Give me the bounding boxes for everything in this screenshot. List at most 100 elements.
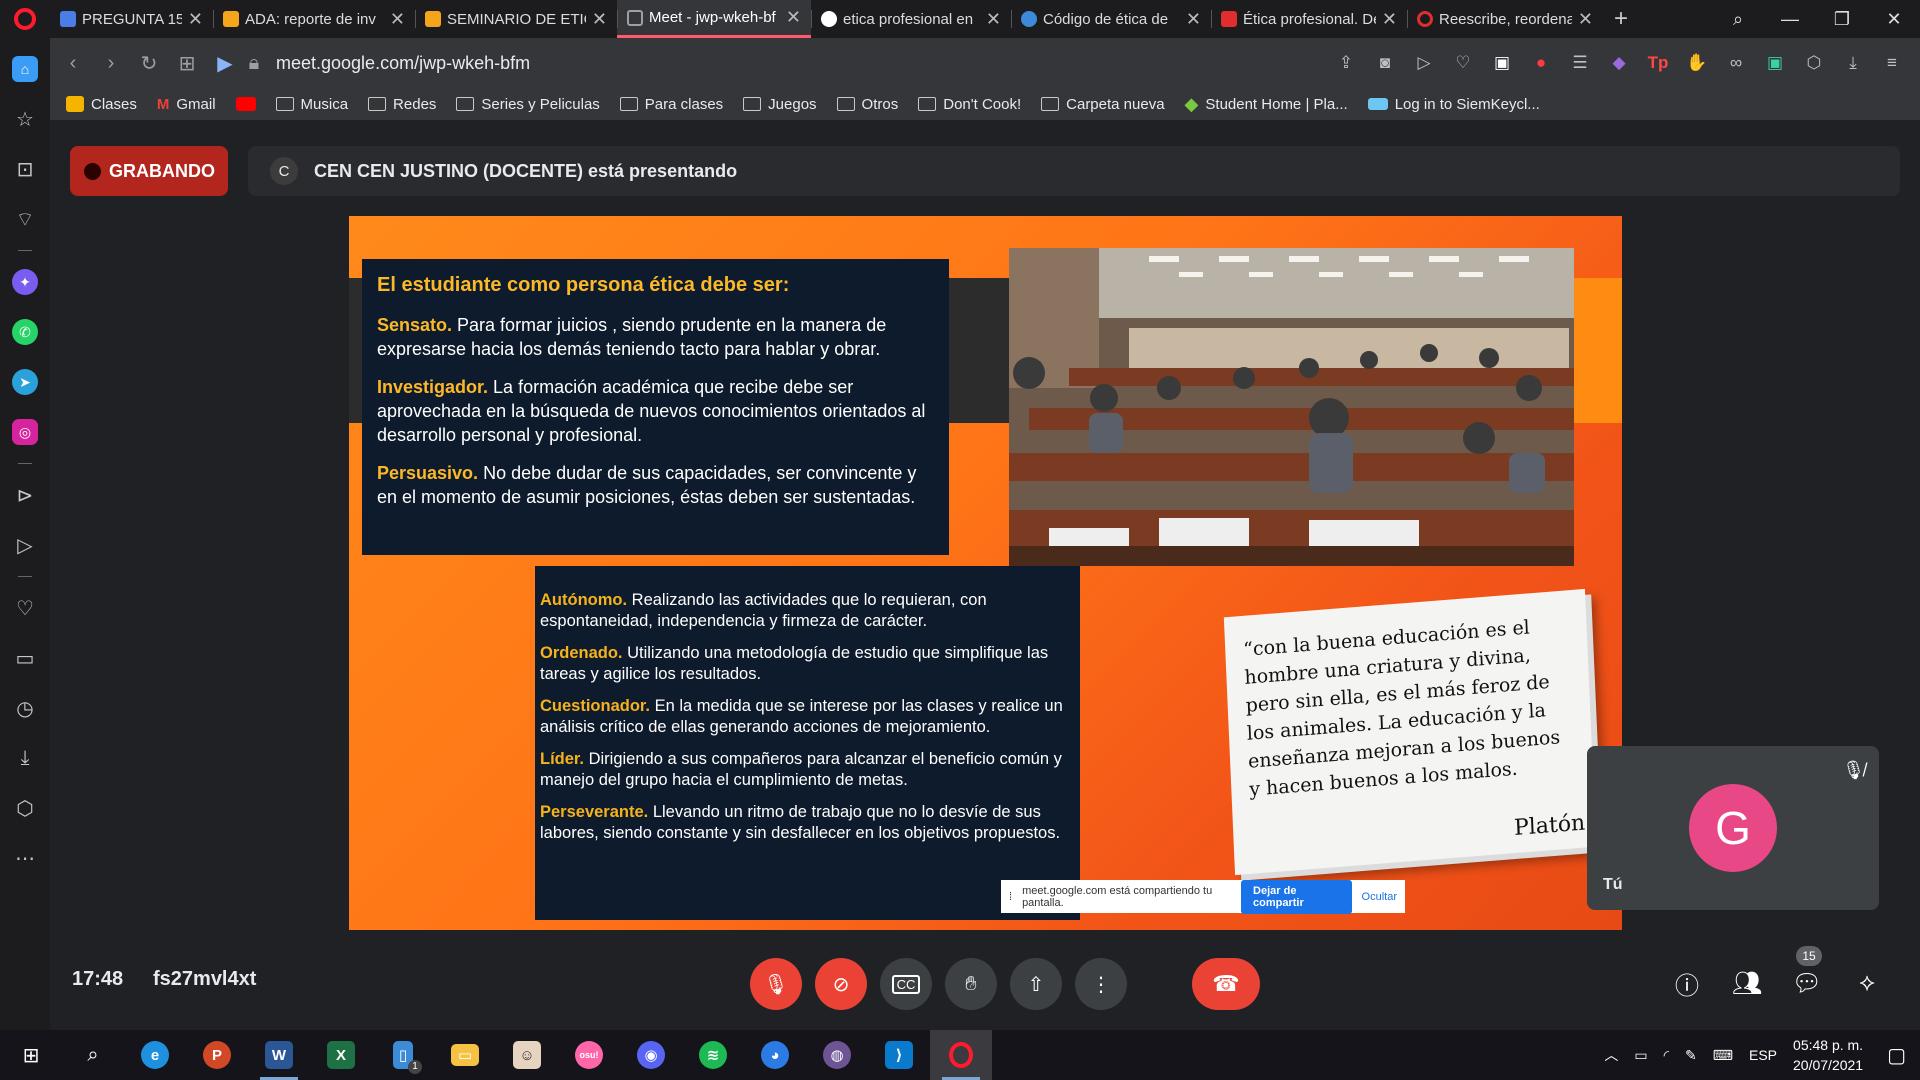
pen-icon[interactable]: ✎	[1685, 1047, 1697, 1064]
taskbar-powerpoint[interactable]: P	[186, 1030, 248, 1080]
taskbar-word[interactable]: W	[248, 1030, 310, 1080]
bookmark-siemkeycloak[interactable]: Log in to SiemKeycl...	[1367, 96, 1540, 113]
telegram-icon[interactable]: ➤	[0, 357, 50, 407]
notifications-icon[interactable]: ▢	[1887, 1043, 1906, 1068]
extension-tp-icon[interactable]: Tp	[1644, 50, 1672, 76]
settings-sliders-icon[interactable]: ☰	[1566, 50, 1594, 76]
chevron-up-icon[interactable]: ︿	[1604, 1045, 1618, 1065]
tab-reescribe[interactable]: Reescribe, reordena ✕	[1407, 0, 1603, 38]
tab-etica-profesional[interactable]: etica profesional en ✕	[811, 0, 1011, 38]
tab-ada[interactable]: ADA: reporte de inv ✕	[213, 0, 415, 38]
camera-toggle-button[interactable]: ⊘	[815, 958, 867, 1010]
minimize-icon[interactable]: —	[1764, 9, 1816, 30]
easy-setup-icon[interactable]: ≡	[1878, 50, 1906, 76]
taskbar-discord[interactable]: ◉	[620, 1030, 682, 1080]
more-icon[interactable]: ⋯	[0, 833, 50, 883]
taskbar-spotify[interactable]: ≋	[682, 1030, 744, 1080]
close-icon[interactable]: ✕	[986, 9, 1001, 30]
taskbar-device[interactable]: ▯ 1	[372, 1030, 434, 1080]
reload-icon[interactable]: ↻	[130, 51, 168, 76]
drag-handle-icon[interactable]: ⁞	[1009, 891, 1012, 903]
captions-button[interactable]: CC	[880, 958, 932, 1010]
chat-button[interactable]: 💬︎	[1787, 963, 1827, 1003]
wifi-icon[interactable]: ◜	[1664, 1047, 1669, 1064]
search-tabs-icon[interactable]: ⌕	[1712, 9, 1764, 30]
download-icon[interactable]: ⤓	[1839, 50, 1867, 76]
gamepad-icon[interactable]: ⊡	[0, 144, 50, 194]
bookmark-gmail[interactable]: M Gmail	[157, 96, 216, 113]
bookmark-folder-musica[interactable]: Musica	[275, 96, 348, 113]
language-indicator[interactable]: ESP	[1749, 1047, 1777, 1063]
share-icon[interactable]: ⇪	[1332, 50, 1360, 76]
taskbar-opera[interactable]	[930, 1030, 992, 1080]
tab-codigo-etica[interactable]: Código de ética de ✕	[1011, 0, 1211, 38]
bookmark-folder-juegos[interactable]: Juegos	[743, 96, 817, 113]
tabs-icon[interactable]: ▭	[0, 633, 50, 683]
tabs-grid-icon[interactable]: ⊞	[168, 51, 206, 76]
bag-icon[interactable]: ⌔	[0, 194, 50, 244]
send-icon[interactable]: ▷	[1410, 50, 1438, 76]
bookmark-folder-otros[interactable]: Otros	[836, 96, 898, 113]
bookmark-folder-dont-cook[interactable]: Don't Cook!	[918, 96, 1021, 113]
extension-purple-icon[interactable]: ◆	[1605, 50, 1633, 76]
leave-call-button[interactable]: ☎︎	[1192, 958, 1260, 1010]
camera-indicator-icon[interactable]: ▶	[206, 51, 244, 76]
meeting-details-button[interactable]: ⓘ	[1667, 963, 1707, 1003]
bookmark-extension-icon[interactable]: ▣	[1488, 50, 1516, 76]
messenger-icon[interactable]: ✦	[0, 257, 50, 307]
taskbar-anime-app[interactable]: ☺	[496, 1030, 558, 1080]
more-options-button[interactable]: ⋮	[1075, 958, 1127, 1010]
tab-pregunta[interactable]: PREGUNTA 15: ¿ CU✕	[50, 0, 213, 38]
taskbar-vscode[interactable]: ⟩	[868, 1030, 930, 1080]
self-video-tile[interactable]: 🎙︎̸ G Tú	[1587, 746, 1879, 910]
heart-icon[interactable]: ♡	[0, 583, 50, 633]
taskbar-excel[interactable]: X	[310, 1030, 372, 1080]
raise-hand-button[interactable]: ✋︎	[945, 958, 997, 1010]
back-icon[interactable]: ‹	[54, 52, 92, 75]
instagram-icon[interactable]: ◎	[0, 407, 50, 457]
tab-seminario[interactable]: SEMINARIO DE ETIC ✕	[415, 0, 617, 38]
bookmark-folder-redes[interactable]: Redes	[368, 96, 436, 113]
snapshot-icon[interactable]: ◙	[1371, 50, 1399, 76]
start-button[interactable]: ⊞	[0, 1030, 62, 1080]
home-icon[interactable]: ⌂	[0, 44, 50, 94]
heart-icon[interactable]: ♡	[1449, 50, 1477, 76]
extension-eyes-icon[interactable]: ∞	[1722, 50, 1750, 76]
url-field[interactable]: meet.google.com/jwp-wkeh-bfm	[276, 53, 530, 74]
taskbar-file-explorer[interactable]: ▭	[434, 1030, 496, 1080]
taskbar-firefox[interactable]: ◕	[744, 1030, 806, 1080]
player-icon[interactable]: ⊳	[0, 470, 50, 520]
cube-icon[interactable]: ⬡	[0, 783, 50, 833]
clock[interactable]: 05:48 p. m. 20/07/2021	[1793, 1035, 1863, 1075]
close-icon[interactable]: ✕	[1578, 9, 1593, 30]
opera-logo-icon[interactable]	[0, 0, 50, 38]
bookmark-youtube[interactable]	[235, 97, 256, 111]
restore-icon[interactable]: ❐	[1816, 9, 1868, 30]
battery-icon[interactable]: ▭	[1634, 1047, 1647, 1064]
taskbar-osu[interactable]: osu!	[558, 1030, 620, 1080]
keyboard-icon[interactable]: ⌨	[1713, 1047, 1733, 1064]
tab-meet[interactable]: Meet - jwp-wkeh-bf ✕	[617, 0, 811, 38]
bookmark-folder-series[interactable]: Series y Peliculas	[456, 96, 600, 113]
bookmark-folder-carpeta-nueva[interactable]: Carpeta nueva	[1041, 96, 1165, 113]
forward-icon[interactable]: ›	[92, 52, 130, 75]
close-icon[interactable]: ✕	[1186, 9, 1201, 30]
stop-sharing-button[interactable]: Dejar de compartir	[1241, 879, 1352, 914]
close-window-icon[interactable]: ✕	[1868, 9, 1920, 30]
people-button[interactable]: 👥︎	[1727, 963, 1767, 1003]
lock-icon[interactable]: 🔒︎	[244, 52, 264, 75]
present-button[interactable]: ⇧	[1010, 958, 1062, 1010]
hide-notice-link[interactable]: Ocultar	[1362, 891, 1397, 903]
taskbar-edge[interactable]: e	[124, 1030, 186, 1080]
presentation-slide[interactable]: El estudiante como persona ética debe se…	[349, 216, 1622, 930]
bookmark-student-home[interactable]: ◆ Student Home | Pla...	[1185, 94, 1348, 115]
close-icon[interactable]: ✕	[1382, 9, 1397, 30]
mic-toggle-button[interactable]: 🎙︎	[750, 958, 802, 1010]
download-icon[interactable]: ⤓	[0, 733, 50, 783]
close-icon[interactable]: ✕	[786, 7, 801, 28]
activities-button[interactable]: ⟡	[1847, 963, 1887, 1003]
extension-hand-icon[interactable]: ✋	[1683, 50, 1711, 76]
recording-badge[interactable]: GRABANDO	[70, 146, 228, 196]
close-icon[interactable]: ✕	[390, 9, 405, 30]
history-icon[interactable]: ◷	[0, 683, 50, 733]
